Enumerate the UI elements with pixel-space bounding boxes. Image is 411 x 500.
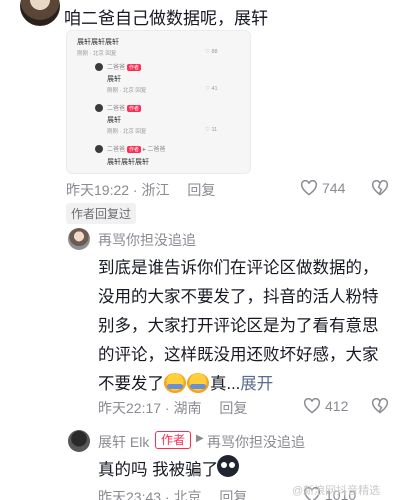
like-count: 412 [325, 398, 349, 414]
timestamp: 昨天19:22 · 浙江 [66, 182, 170, 198]
timestamp: 昨天22:17 · 湖南 [98, 400, 202, 416]
card-row-meta: 刚刚 · 北京 回复 [77, 51, 117, 57]
embedded-screenshot[interactable]: 展轩展轩展轩 刚刚 · 北京 回复 ♡ 88 二爸爸 作者 展轩 刚刚 · 北京 … [66, 30, 251, 174]
expand-link[interactable]: 展开 [240, 375, 273, 393]
reply-arrow-icon: ▶ [196, 433, 204, 444]
avatar [95, 63, 103, 71]
reply-button[interactable]: 回复 [219, 400, 247, 416]
emoji-icon [187, 373, 209, 393]
comment-meta: 昨天22:17 · 湖南 回复 [98, 398, 247, 418]
timestamp: 昨天23:43 · 北京 [98, 489, 202, 500]
author-tag: 作者 [155, 431, 192, 449]
reply-to-username[interactable]: 再骂你担没追追 [207, 432, 305, 452]
card-row-text: 展轩展轩展轩 [77, 39, 119, 46]
emoji-icon [164, 373, 186, 393]
author-replied-badge: 作者回复过 [66, 203, 137, 224]
card-like: ♡ 88 [205, 49, 218, 55]
card-row-user: 二爸爸 作者 ▸ 二爸爸 [107, 146, 166, 153]
card-row-meta: 刚刚 · 北京 回复 [107, 88, 147, 94]
comment-text: 到底是谁告诉你们在评论区做数据的，没用的大家不要发了，抖音的活人粉特别多，大家打… [98, 259, 379, 393]
dislike-icon[interactable] [371, 398, 389, 414]
comment-text: 咱二爸自己做数据呢，展轩 [64, 9, 268, 28]
avatar [95, 145, 103, 153]
comment-text: 真的吗 我被骗了 [98, 461, 219, 479]
avatar [95, 104, 103, 112]
card-row-meta: 刚刚 · 北京 回复 [107, 129, 147, 135]
comment-meta: 昨天23:43 · 北京 回复 [98, 487, 247, 500]
comment-meta: 昨天19:22 · 浙江 回复 [66, 180, 215, 200]
avatar[interactable] [68, 228, 90, 250]
card-row-text: 展轩展轩展轩 [107, 159, 149, 166]
card-row-text: 展轩 [107, 117, 121, 124]
like-count: 744 [322, 180, 346, 196]
username[interactable]: 再骂你担没追追 [98, 230, 196, 250]
card-row-user: 二爸爸 作者 [107, 105, 142, 112]
avatar[interactable] [20, 0, 60, 26]
like-icon[interactable] [300, 180, 318, 196]
dislike-icon[interactable] [371, 180, 389, 196]
username[interactable]: 展轩 Elk [98, 432, 149, 452]
reply-button[interactable]: 回复 [187, 182, 215, 198]
card-like: ♡ 41 [205, 86, 218, 92]
like-icon[interactable] [303, 398, 321, 414]
reply-button[interactable]: 回复 [219, 489, 247, 500]
card-row-user: 二爸爸 作者 [107, 64, 142, 71]
card-like: ♡ 11 [205, 127, 218, 133]
card-row-text: 展轩 [107, 76, 121, 83]
avatar[interactable] [68, 430, 90, 452]
emoji-icon [217, 455, 239, 477]
watermark: @新浪网抖音精选 [292, 485, 381, 497]
